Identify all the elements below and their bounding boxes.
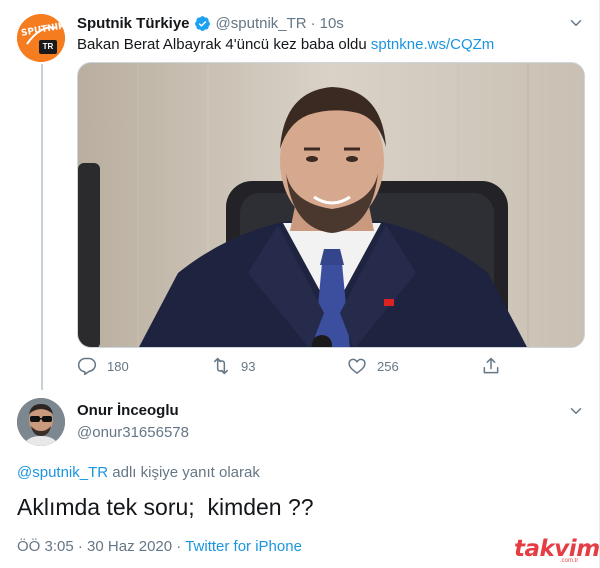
photo-illustration [78,63,584,347]
chevron-down-icon[interactable] [567,402,585,420]
reply-author-name[interactable]: Onur İnceoglu [77,402,179,419]
tweet-actions: 180 93 256 [77,356,507,380]
tweet-text: Bakan Berat Albayrak 4'üncü kez baba old… [77,36,494,53]
meta-separator: · [73,538,88,555]
verified-badge-icon [194,15,210,31]
author-name[interactable]: Sputnik Türkiye [77,15,190,32]
tweet-photo[interactable] [77,62,585,348]
meta-separator: · [172,538,186,555]
chevron-down-icon[interactable] [567,14,585,32]
tweet-link[interactable]: sptnkne.ws/CQZm [371,36,494,53]
watermark-brand: takvim [514,536,600,562]
retweet-icon [214,357,228,375]
like-action[interactable]: 256 [347,356,399,376]
reply-to-suffix: adlı kişiye yanıt olarak [108,464,260,481]
share-icon [483,357,499,374]
avatar[interactable]: SPUTNIK TR [17,14,65,62]
original-tweet[interactable]: SPUTNIK TR Sputnik Türkiye @sputnik_TR ·… [0,0,600,392]
avatar[interactable] [17,398,65,446]
tweet-body: Bakan Berat Albayrak 4'üncü kez baba old… [77,36,367,53]
tweet-timestamp[interactable]: 10s [320,15,344,32]
reply-date[interactable]: 30 Haz 2020 [87,538,172,555]
reply-author-handle[interactable]: @onur31656578 [77,424,189,441]
reply-time[interactable]: ÖÖ 3:05 [17,538,74,555]
reply-text: Aklımda tek soru; kimden ?? [17,494,314,520]
reply-action[interactable]: 180 [77,356,129,376]
avatar-photo [17,398,65,446]
avatar-badge: TR [39,40,57,54]
reply-count: 180 [107,358,129,374]
author-handle[interactable]: @sputnik_TR [216,15,307,32]
watermark-sub: .com.tr [560,558,579,564]
reply-to-handle[interactable]: @sputnik_TR [17,464,108,481]
retweet-count: 93 [241,358,256,374]
retweet-action[interactable]: 93 [211,356,255,376]
like-count: 256 [377,358,399,374]
heart-icon [348,358,366,374]
reply-source[interactable]: Twitter for iPhone [185,538,302,555]
reply-icon [77,357,97,376]
tweet-thread: SPUTNIK TR Sputnik Türkiye @sputnik_TR ·… [0,0,600,568]
replying-to-line: @sputnik_TR adlı kişiye yanıt olarak [17,464,260,481]
takvim-watermark: takvim .com.tr [500,536,600,564]
tweet-header: Sputnik Türkiye @sputnik_TR · 10s [77,12,344,34]
separator-dot: · [310,14,316,32]
thread-connector-line [41,64,43,390]
share-action[interactable] [481,356,511,376]
reply-meta: ÖÖ 3:05 · 30 Haz 2020 · Twitter for iPho… [17,538,302,555]
